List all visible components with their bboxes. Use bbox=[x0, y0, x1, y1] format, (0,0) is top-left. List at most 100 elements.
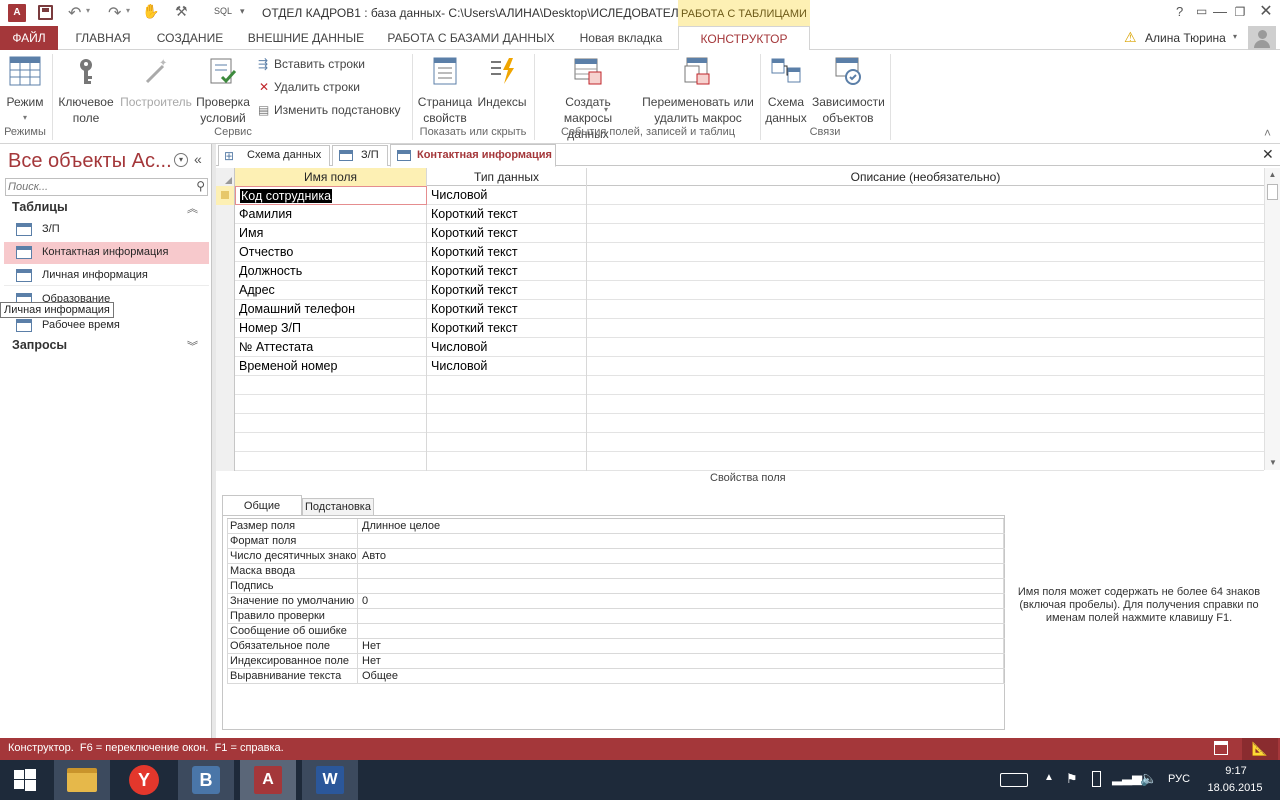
description-cell[interactable] bbox=[587, 243, 1264, 262]
nav-collapse-icon[interactable]: « bbox=[194, 151, 202, 167]
property-row[interactable]: Правило проверки bbox=[227, 609, 1005, 624]
doc-tab-contact-info[interactable]: Контактная информация bbox=[390, 144, 556, 167]
property-row[interactable]: Маска ввода bbox=[227, 564, 1005, 579]
taskbar-access[interactable]: A bbox=[240, 760, 296, 800]
tab-external-data[interactable]: ВНЕШНИЕ ДАННЫЕ bbox=[238, 26, 374, 50]
field-row[interactable]: Имя Короткий текст bbox=[216, 224, 1264, 243]
access-app-icon[interactable]: A bbox=[8, 4, 26, 22]
sql-button[interactable]: SQL bbox=[214, 6, 232, 16]
data-type-cell[interactable]: Короткий текст bbox=[427, 281, 587, 300]
data-type-cell[interactable]: Короткий текст bbox=[427, 205, 587, 224]
avatar[interactable] bbox=[1248, 26, 1276, 50]
property-row[interactable]: Число десятичных знаков Авто bbox=[227, 549, 1005, 564]
header-field-name[interactable]: Имя поля bbox=[235, 168, 427, 186]
property-row[interactable]: Обязательное поле Нет bbox=[227, 639, 1005, 654]
qat-customize-icon[interactable]: ▾ bbox=[240, 6, 245, 17]
field-name-cell[interactable] bbox=[235, 376, 427, 395]
insert-rows-button[interactable]: ⇶ Вставить строки bbox=[256, 54, 365, 74]
field-row[interactable]: Номер З/П Короткий текст bbox=[216, 319, 1264, 338]
builder-button[interactable]: ✦ Построитель bbox=[118, 56, 194, 110]
tab-home[interactable]: ГЛАВНАЯ bbox=[64, 26, 142, 50]
property-value[interactable] bbox=[359, 534, 1004, 549]
help-icon[interactable]: ? bbox=[1176, 4, 1183, 19]
show-hidden-icons[interactable]: ▲ bbox=[1044, 772, 1054, 783]
row-selector[interactable] bbox=[216, 452, 235, 471]
doc-tab-relationships[interactable]: ⊞ Схема данных bbox=[218, 145, 330, 166]
data-type-cell[interactable] bbox=[427, 395, 587, 414]
tab-create[interactable]: СОЗДАНИЕ bbox=[148, 26, 232, 50]
field-name-cell[interactable]: № Аттестата bbox=[235, 338, 427, 357]
data-type-cell[interactable]: Числовой bbox=[427, 338, 587, 357]
field-row[interactable]: Домашний телефон Короткий текст bbox=[216, 300, 1264, 319]
field-name-cell[interactable] bbox=[235, 395, 427, 414]
row-selector[interactable] bbox=[216, 376, 235, 395]
property-value[interactable] bbox=[359, 564, 1004, 579]
row-selector[interactable] bbox=[216, 319, 235, 338]
property-value[interactable]: Длинное целое bbox=[359, 519, 1004, 534]
nav-search-box[interactable]: ⚲ bbox=[5, 178, 208, 196]
field-name-cell[interactable] bbox=[235, 452, 427, 471]
ribbon-display-icon[interactable]: ▭ bbox=[1196, 4, 1207, 18]
description-cell[interactable] bbox=[587, 395, 1264, 414]
row-selector[interactable] bbox=[216, 186, 235, 205]
data-type-cell[interactable]: Числовой bbox=[427, 357, 587, 376]
data-type-cell[interactable]: Короткий текст bbox=[427, 319, 587, 338]
row-selector[interactable] bbox=[216, 224, 235, 243]
field-row[interactable] bbox=[216, 414, 1264, 433]
property-value[interactable] bbox=[359, 609, 1004, 624]
tab-design[interactable]: КОНСТРУКТОР bbox=[678, 26, 810, 51]
field-name-cell[interactable]: Код сотрудника bbox=[235, 186, 427, 205]
test-validation-button[interactable]: Проверка условий bbox=[194, 56, 252, 126]
field-row[interactable] bbox=[216, 452, 1264, 471]
data-type-cell[interactable]: Короткий текст bbox=[427, 300, 587, 319]
keyboard-icon[interactable] bbox=[1000, 773, 1028, 787]
nav-item-personal-info[interactable]: Личная информация bbox=[4, 266, 209, 286]
start-button[interactable] bbox=[0, 760, 50, 800]
search-icon[interactable]: ⚲ bbox=[196, 179, 205, 193]
props-tab-general[interactable]: Общие bbox=[222, 495, 302, 516]
field-row[interactable]: Временой номер Числовой bbox=[216, 357, 1264, 376]
field-row[interactable]: Фамилия Короткий текст bbox=[216, 205, 1264, 224]
save-icon[interactable] bbox=[38, 5, 53, 20]
nav-item-zp[interactable]: З/П bbox=[4, 220, 209, 240]
row-selector[interactable] bbox=[216, 433, 235, 452]
nav-pane-title[interactable]: Все объекты Ac... bbox=[8, 150, 172, 173]
description-cell[interactable] bbox=[587, 357, 1264, 376]
row-selector[interactable] bbox=[216, 243, 235, 262]
property-row[interactable]: Размер поля Длинное целое bbox=[227, 519, 1005, 534]
touch-mode-icon[interactable]: ✋ bbox=[142, 3, 159, 20]
signal-icon[interactable]: ▂▃▅ bbox=[1112, 770, 1142, 786]
row-selector[interactable] bbox=[216, 338, 235, 357]
field-name-cell[interactable]: Домашний телефон bbox=[235, 300, 427, 319]
row-selector[interactable] bbox=[216, 395, 235, 414]
data-type-cell[interactable] bbox=[427, 414, 587, 433]
property-value[interactable] bbox=[359, 624, 1004, 639]
nav-search-input[interactable] bbox=[6, 179, 186, 195]
field-name-cell[interactable]: Фамилия bbox=[235, 205, 427, 224]
taskbar-yandex[interactable]: Y bbox=[116, 760, 172, 800]
row-selector[interactable] bbox=[216, 300, 235, 319]
volume-icon[interactable]: 🔈 bbox=[1140, 770, 1157, 787]
row-selector[interactable] bbox=[216, 262, 235, 281]
modify-lookups-button[interactable]: ▤ Изменить подстановку bbox=[256, 100, 400, 120]
user-dropdown-icon[interactable]: ▾ bbox=[1233, 32, 1237, 41]
description-cell[interactable] bbox=[587, 205, 1264, 224]
nav-item-working-time[interactable]: Рабочее время bbox=[4, 316, 209, 336]
design-view-icon[interactable]: 📐 bbox=[1242, 738, 1278, 760]
scroll-thumb[interactable] bbox=[1267, 184, 1278, 200]
view-mode-button[interactable]: Режим ▾ bbox=[2, 56, 48, 126]
tab-file[interactable]: ФАЙЛ bbox=[0, 26, 58, 50]
indexes-button[interactable]: Индексы bbox=[476, 56, 528, 110]
taskbar-explorer[interactable] bbox=[54, 760, 110, 800]
field-row[interactable] bbox=[216, 376, 1264, 395]
taskbar-word[interactable]: W bbox=[302, 760, 358, 800]
clock-time[interactable]: 9:17 bbox=[1206, 765, 1266, 777]
data-type-cell[interactable]: Числовой bbox=[427, 186, 587, 205]
description-cell[interactable] bbox=[587, 414, 1264, 433]
property-sheet-button[interactable]: Страница свойств bbox=[416, 56, 474, 126]
row-selector[interactable] bbox=[216, 205, 235, 224]
description-cell[interactable] bbox=[587, 376, 1264, 395]
rename-delete-macro-button[interactable]: Переименовать или удалить макрос bbox=[640, 56, 756, 126]
tools-icon[interactable]: ⚒ bbox=[175, 3, 188, 20]
field-row[interactable]: Код сотрудника Числовой bbox=[216, 186, 1264, 205]
